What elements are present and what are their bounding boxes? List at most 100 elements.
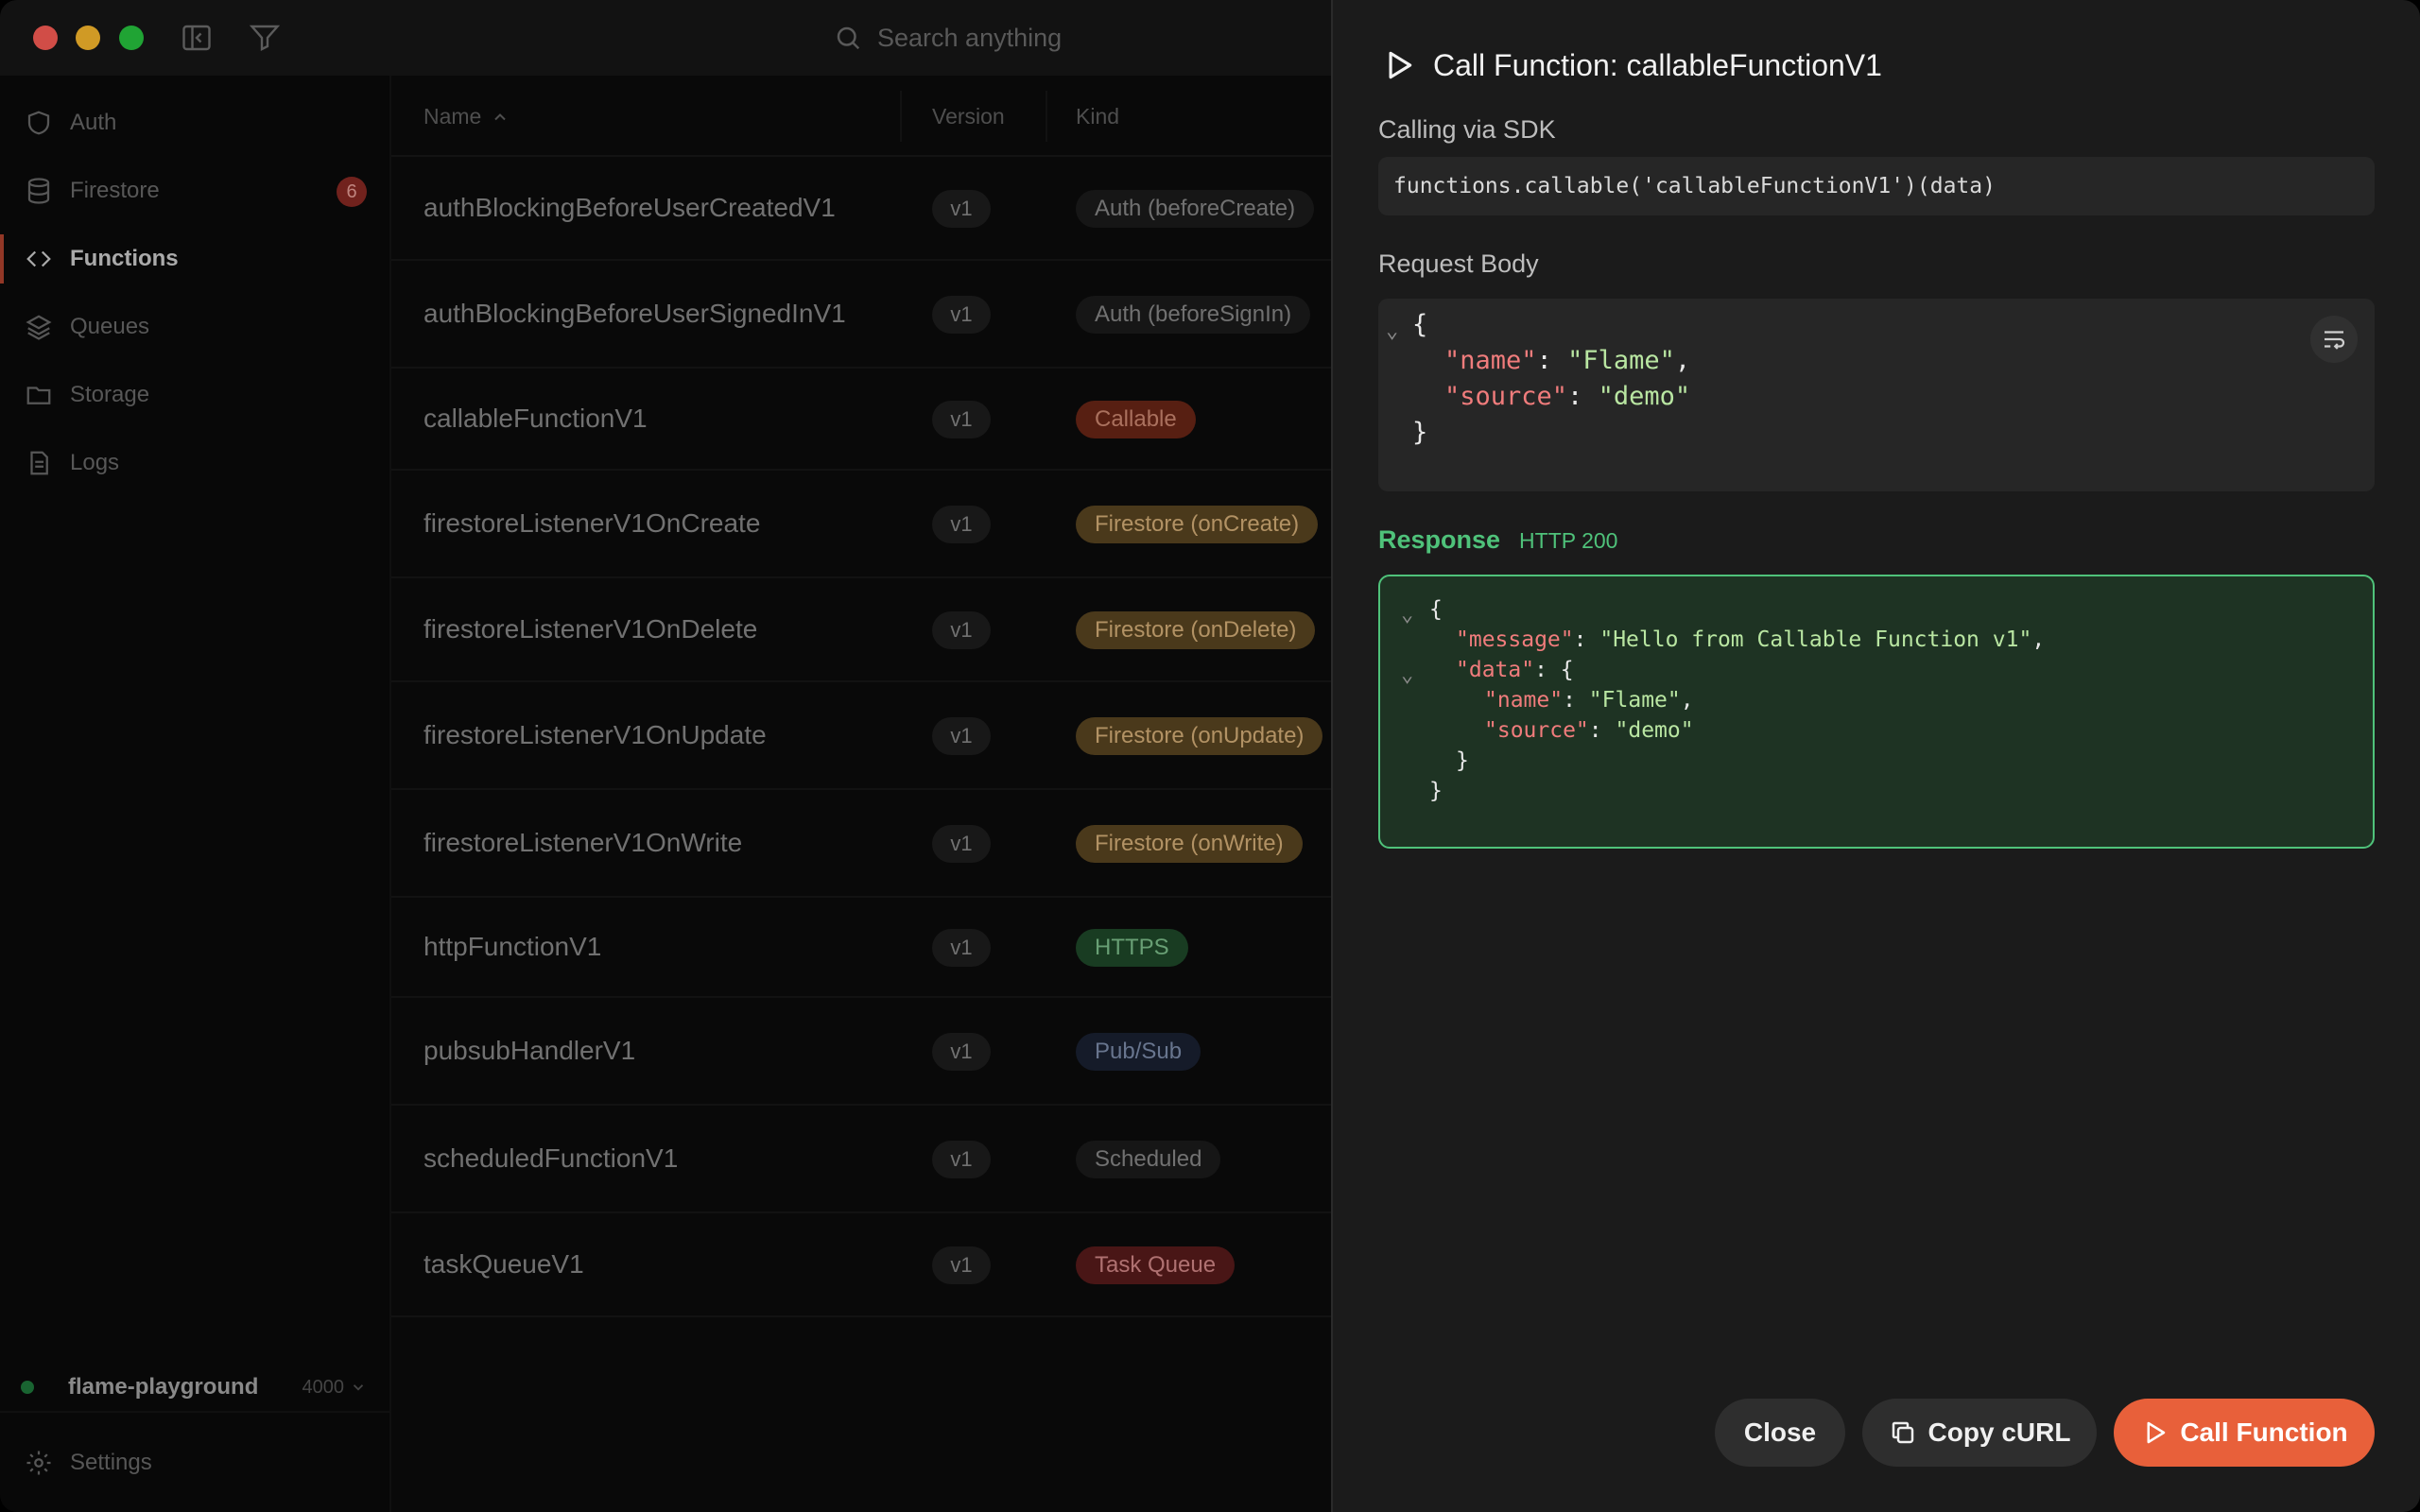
panel-title-text: Call Function: callableFunctionV1: [1433, 47, 1882, 82]
project-port: 4000: [302, 1377, 368, 1399]
chevron-down-icon: [353, 1384, 364, 1391]
code-brace: }: [1429, 779, 1443, 803]
play-icon: [1389, 51, 1412, 79]
request-source-value: "demo": [1598, 382, 1691, 411]
kind-badge: Firestore (onUpdate): [1076, 717, 1323, 755]
sdk-code-text: functions.callable('callableFunctionV1')…: [1393, 174, 1996, 198]
column-header-label: Version: [932, 104, 1005, 129]
wrap-lines-button[interactable]: [2310, 316, 2358, 363]
column-header-version[interactable]: Version: [932, 104, 1005, 129]
response-viewer[interactable]: ⌄ { "message": "Hello from Callable Func…: [1378, 575, 2375, 849]
version-badge: v1: [932, 825, 991, 863]
sidebar-item-auth[interactable]: Auth: [0, 93, 391, 153]
table-row[interactable]: firestoreListenerV1OnDelete v1 Firestore (…: [391, 578, 1331, 682]
database-icon: [27, 178, 50, 204]
column-divider[interactable]: [900, 91, 902, 142]
table-row[interactable]: callableFunctionV1 v1 Callable: [391, 369, 1331, 471]
kind-badge: Pub/Sub: [1076, 1033, 1201, 1071]
sdk-label: Calling via SDK: [1378, 115, 1556, 144]
sidebar-item-label: Firestore: [70, 178, 160, 203]
kind-badge: Firestore (onDelete): [1076, 611, 1316, 649]
settings-button[interactable]: Settings: [0, 1436, 391, 1489]
response-header: Response HTTP 200: [1378, 525, 1617, 555]
kind-badge: Firestore (onCreate): [1076, 506, 1319, 543]
column-header-kind[interactable]: Kind: [1076, 104, 1119, 129]
function-name: scheduledFunctionV1: [424, 1143, 679, 1173]
table-row[interactable]: httpFunctionV1 v1 HTTPS: [391, 898, 1331, 998]
sort-ascending-icon: [494, 112, 507, 120]
column-header-label: Name: [424, 104, 482, 129]
request-body-editor[interactable]: ⌄ { "name": "Flame", "source": "demo" }: [1378, 299, 2375, 491]
filter-icon[interactable]: [248, 21, 282, 55]
table-row[interactable]: authBlockingBeforeUserSignedInV1 v1 Auth (…: [391, 261, 1331, 369]
title-bar: Search anything: [0, 0, 1331, 76]
table-row[interactable]: scheduledFunctionV1 v1 Scheduled: [391, 1106, 1331, 1213]
column-header-label: Kind: [1076, 104, 1120, 129]
sidebar-toggle-icon[interactable]: [180, 21, 214, 55]
project-status-dot: [21, 1381, 34, 1394]
settings-label: Settings: [70, 1450, 152, 1475]
search-icon: [837, 26, 860, 50]
version-badge: v1: [932, 1246, 991, 1284]
minimize-window-button[interactable]: [76, 26, 100, 50]
sidebar-item-logs[interactable]: Logs: [0, 433, 391, 493]
function-name: authBlockingBeforeUserCreatedV1: [424, 193, 836, 222]
panel-title: Call Function: callableFunctionV1: [1380, 47, 1882, 83]
copy-curl-button[interactable]: Copy cURL: [1862, 1399, 2097, 1467]
function-name: pubsubHandlerV1: [424, 1036, 636, 1065]
response-status: HTTP 200: [1519, 528, 1618, 553]
request-body-label: Request Body: [1378, 249, 1539, 278]
fold-chevron-icon[interactable]: ⌄: [1401, 663, 1413, 687]
table-row[interactable]: authBlockingBeforeUserCreatedV1 v1 Auth (b…: [391, 157, 1331, 261]
copy-curl-label: Copy cURL: [1927, 1418, 2071, 1447]
version-badge: v1: [932, 929, 991, 967]
layers-icon: [26, 315, 52, 340]
sidebar-item-functions[interactable]: Functions: [0, 229, 391, 289]
function-name: httpFunctionV1: [424, 932, 602, 961]
kind-badge: Auth (beforeSignIn): [1076, 296, 1311, 334]
response-source-value: "demo": [1615, 718, 1694, 743]
code-brace: {: [1412, 310, 1428, 339]
call-function-button[interactable]: Call Function: [2114, 1399, 2375, 1467]
sidebar-item-label: Storage: [70, 382, 150, 407]
folder-icon: [26, 387, 51, 404]
version-badge: v1: [932, 717, 991, 755]
sidebar-item-label: Queues: [70, 314, 150, 339]
close-button[interactable]: Close: [1715, 1399, 1845, 1467]
sidebar-item-firestore[interactable]: Firestore 6: [0, 161, 391, 221]
table-row[interactable]: firestoreListenerV1OnCreate v1 Firestore (…: [391, 471, 1331, 578]
firestore-badge: 6: [337, 177, 367, 207]
kind-badge: Firestore (onWrite): [1076, 825, 1303, 863]
kind-badge: Scheduled: [1076, 1141, 1221, 1178]
close-window-button[interactable]: [33, 26, 58, 50]
zoom-window-button[interactable]: [119, 26, 144, 50]
function-name: callableFunctionV1: [424, 404, 648, 433]
close-button-label: Close: [1743, 1418, 1817, 1447]
project-selector[interactable]: flame-playground 4000: [0, 1361, 391, 1414]
sidebar-item-label: Auth: [70, 110, 117, 135]
functions-table: Name Version Kind authBlockingBeforeUser…: [391, 76, 1331, 1512]
sdk-code-snippet[interactable]: functions.callable('callableFunctionV1')…: [1378, 157, 2375, 215]
search-field[interactable]: Search anything: [821, 13, 1331, 62]
column-header-name[interactable]: Name: [424, 104, 510, 129]
table-row[interactable]: firestoreListenerV1OnWrite v1 Firestore (o…: [391, 790, 1331, 898]
function-name: firestoreListenerV1OnUpdate: [424, 720, 767, 749]
column-divider[interactable]: [1046, 91, 1047, 142]
version-badge: v1: [932, 296, 991, 334]
sidebar-item-queues[interactable]: Queues: [0, 297, 391, 357]
wrap-text-icon: [2325, 331, 2345, 350]
function-name: firestoreListenerV1OnDelete: [424, 614, 758, 644]
sidebar-item-storage[interactable]: Storage: [0, 365, 391, 425]
table-row[interactable]: pubsubHandlerV1 v1 Pub/Sub: [391, 998, 1331, 1106]
fold-chevron-icon[interactable]: ⌄: [1386, 319, 1398, 343]
code-line: "source": "demo": [1444, 382, 1691, 411]
fold-chevron-icon[interactable]: ⌄: [1401, 603, 1413, 627]
table-row[interactable]: taskQueueV1 v1 Task Queue: [391, 1213, 1331, 1317]
table-header: Name Version Kind: [391, 76, 1331, 157]
response-message-value: "Hello from Callable Function v1": [1599, 627, 2032, 652]
code-brace: }: [1412, 418, 1428, 447]
app-window: Search anything Auth Firestore 6 Functio…: [0, 0, 2420, 1512]
version-badge: v1: [932, 611, 991, 649]
table-row[interactable]: firestoreListenerV1OnUpdate v1 Firestore (…: [391, 682, 1331, 790]
request-name-value: "Flame": [1567, 346, 1675, 375]
